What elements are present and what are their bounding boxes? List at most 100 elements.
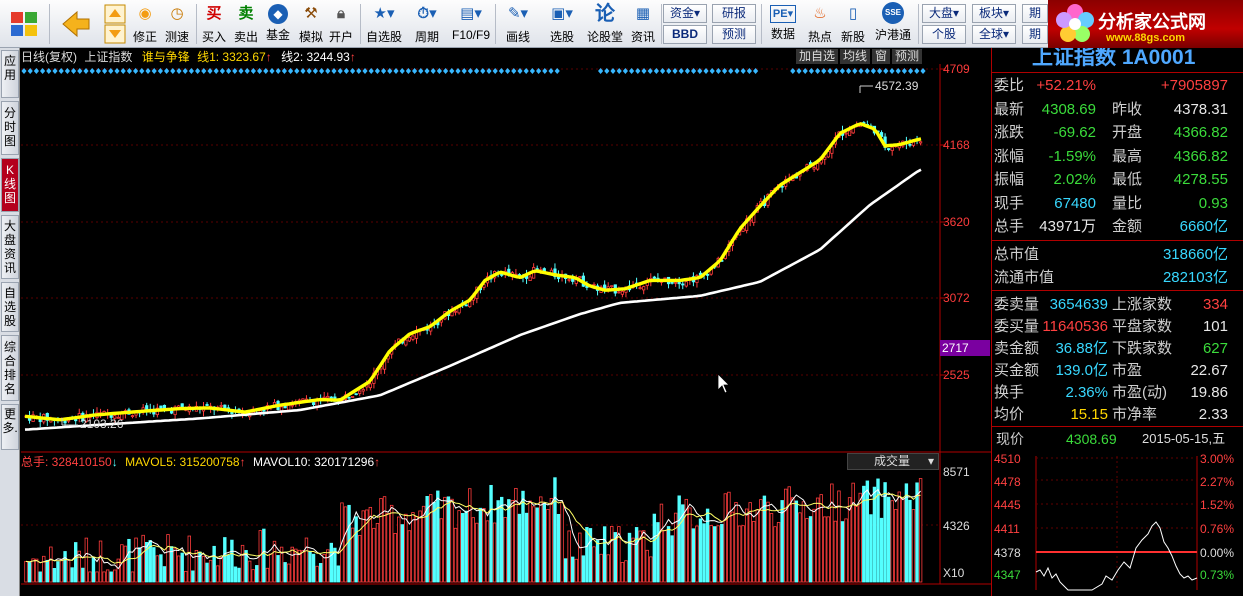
- volume-bar: [617, 526, 621, 583]
- candle-body: [777, 184, 781, 188]
- signal-diamond: [734, 68, 740, 74]
- sector-dropdown[interactable]: 板块▾: [972, 4, 1016, 23]
- sh-hk-connect-button[interactable]: SSE 沪港通: [872, 2, 914, 46]
- volume-bar: [247, 560, 252, 583]
- candle-body: [329, 396, 333, 399]
- sell-button[interactable]: 卖 卖出: [231, 2, 261, 46]
- fund-button[interactable]: ◆ 基金: [263, 2, 293, 46]
- volume-bar: [91, 557, 96, 583]
- candle-body: [414, 330, 419, 339]
- candle-body: [698, 272, 703, 276]
- tab-watchlist[interactable]: 自选股: [1, 282, 19, 332]
- open-account-button[interactable]: 🔒︎ 开户: [326, 2, 356, 46]
- indicator-name[interactable]: 谁与争锋: [142, 50, 190, 64]
- tab-market-info[interactable]: 大盘资讯: [1, 215, 19, 279]
- draw-button[interactable]: ✎▾ 画线: [498, 2, 538, 46]
- volume-bar: [862, 485, 866, 583]
- menu-grid-button[interactable]: [4, 2, 44, 46]
- quote-key: 委比: [994, 77, 1025, 94]
- candle-body: [106, 413, 110, 416]
- simulate-button[interactable]: ⚒ 模拟: [295, 2, 327, 46]
- volume-bar: [159, 554, 163, 583]
- fix-button[interactable]: ◉ 修正: [130, 2, 160, 46]
- signal-diamond: [374, 68, 380, 74]
- forum-button[interactable]: 论 论股堂: [586, 2, 624, 46]
- add-watchlist-button[interactable]: 加自选: [796, 49, 839, 64]
- screener-button[interactable]: ▣▾ 选股: [541, 2, 583, 46]
- signal-diamond: [294, 68, 300, 74]
- volume-bar: [212, 545, 216, 583]
- sell-icon: 卖: [238, 5, 254, 22]
- volume-bar: [230, 539, 234, 583]
- signal-diamond: [381, 68, 387, 74]
- buy-button[interactable]: 买 买入: [199, 2, 229, 46]
- volume-bar: [489, 484, 493, 583]
- futures-dropdown-2[interactable]: 期: [1022, 25, 1048, 44]
- candle-body: [251, 408, 255, 414]
- volume-bar: [776, 522, 781, 583]
- window-button[interactable]: 窗: [872, 49, 891, 64]
- bbd-button[interactable]: BBD: [663, 25, 707, 44]
- volume-bar: [127, 538, 131, 583]
- signal-diamond: [343, 68, 349, 74]
- candle-body: [130, 415, 135, 418]
- forecast-chart-button[interactable]: 预测: [892, 49, 923, 64]
- candle-body: [585, 284, 589, 288]
- capital-dropdown[interactable]: 资金▾: [663, 4, 707, 23]
- tab-apps-label: 应用: [3, 54, 16, 82]
- forum-icon: 论: [595, 3, 615, 25]
- tab-ranking[interactable]: 综合排名: [1, 335, 19, 401]
- price-axis-label: 2525: [943, 368, 970, 382]
- volume-bar: [879, 517, 884, 583]
- futures-dropdown-1[interactable]: 期: [1022, 4, 1048, 23]
- tab-intraday[interactable]: 分时图: [1, 101, 19, 155]
- period-button[interactable]: ⏱▾ 周期: [406, 2, 448, 46]
- tab-more[interactable]: 更多.: [1, 404, 19, 450]
- volume-bar: [326, 549, 330, 583]
- f10-button[interactable]: ▤▾ F10/F9: [449, 2, 493, 46]
- candle-body: [63, 420, 67, 424]
- stock-button[interactable]: 个股: [922, 25, 966, 44]
- line2-arrow-icon: ↑: [349, 50, 356, 64]
- candle-body: [59, 417, 64, 420]
- price-axis-label: 4709: [943, 62, 970, 76]
- quote-row: 最新 4308.69 昨收 4378.31: [994, 99, 1228, 121]
- signal-diamond: [430, 68, 436, 74]
- forecast-button[interactable]: 预测: [712, 25, 756, 44]
- back-button[interactable]: [56, 2, 96, 46]
- news-button[interactable]: ▦ 资讯: [628, 2, 658, 46]
- updown-button[interactable]: [100, 2, 130, 46]
- market-dropdown[interactable]: 大盘▾: [922, 4, 966, 23]
- candle-body: [187, 405, 191, 413]
- quote-key: 量比: [1112, 194, 1143, 212]
- ipo-button[interactable]: ▯ 新股: [837, 2, 869, 46]
- price-axis-label: 4168: [943, 138, 970, 152]
- watchlist-button[interactable]: ★▾ 自选股: [364, 2, 404, 46]
- moving-average-button[interactable]: 均线: [840, 49, 871, 64]
- tab-apps[interactable]: 应用: [1, 50, 19, 98]
- volume-bar: [808, 516, 813, 583]
- data-button[interactable]: PE▾ 数据: [764, 2, 802, 46]
- signal-diamond: [40, 68, 46, 74]
- volume-bar: [184, 570, 188, 583]
- current-price-row: 现价 4308.69 2015-05-15,五: [996, 429, 1232, 449]
- tab-kline[interactable]: K线图: [1, 158, 19, 212]
- clock-icon: ◷: [170, 5, 184, 22]
- candle-body: [169, 408, 174, 414]
- candle-body: [908, 143, 912, 146]
- global-dropdown[interactable]: 全球▾: [972, 25, 1016, 44]
- candle-body: [173, 406, 177, 416]
- candle-body: [681, 283, 685, 286]
- signal-diamond: [77, 68, 83, 74]
- volume-bar: [897, 491, 901, 583]
- candle-body: [45, 413, 49, 421]
- speedtest-button[interactable]: ◷ 测速: [161, 2, 193, 46]
- hotspot-button[interactable]: ♨ 热点: [805, 2, 835, 46]
- volume-bar: [638, 530, 642, 583]
- signal-diamond: [536, 68, 542, 74]
- candle-body: [244, 412, 248, 417]
- signal-diamond: [889, 68, 895, 74]
- volume-bar: [457, 510, 461, 583]
- research-button[interactable]: 研报: [712, 4, 756, 23]
- indicator-select[interactable]: 成交量 ▾: [847, 453, 939, 470]
